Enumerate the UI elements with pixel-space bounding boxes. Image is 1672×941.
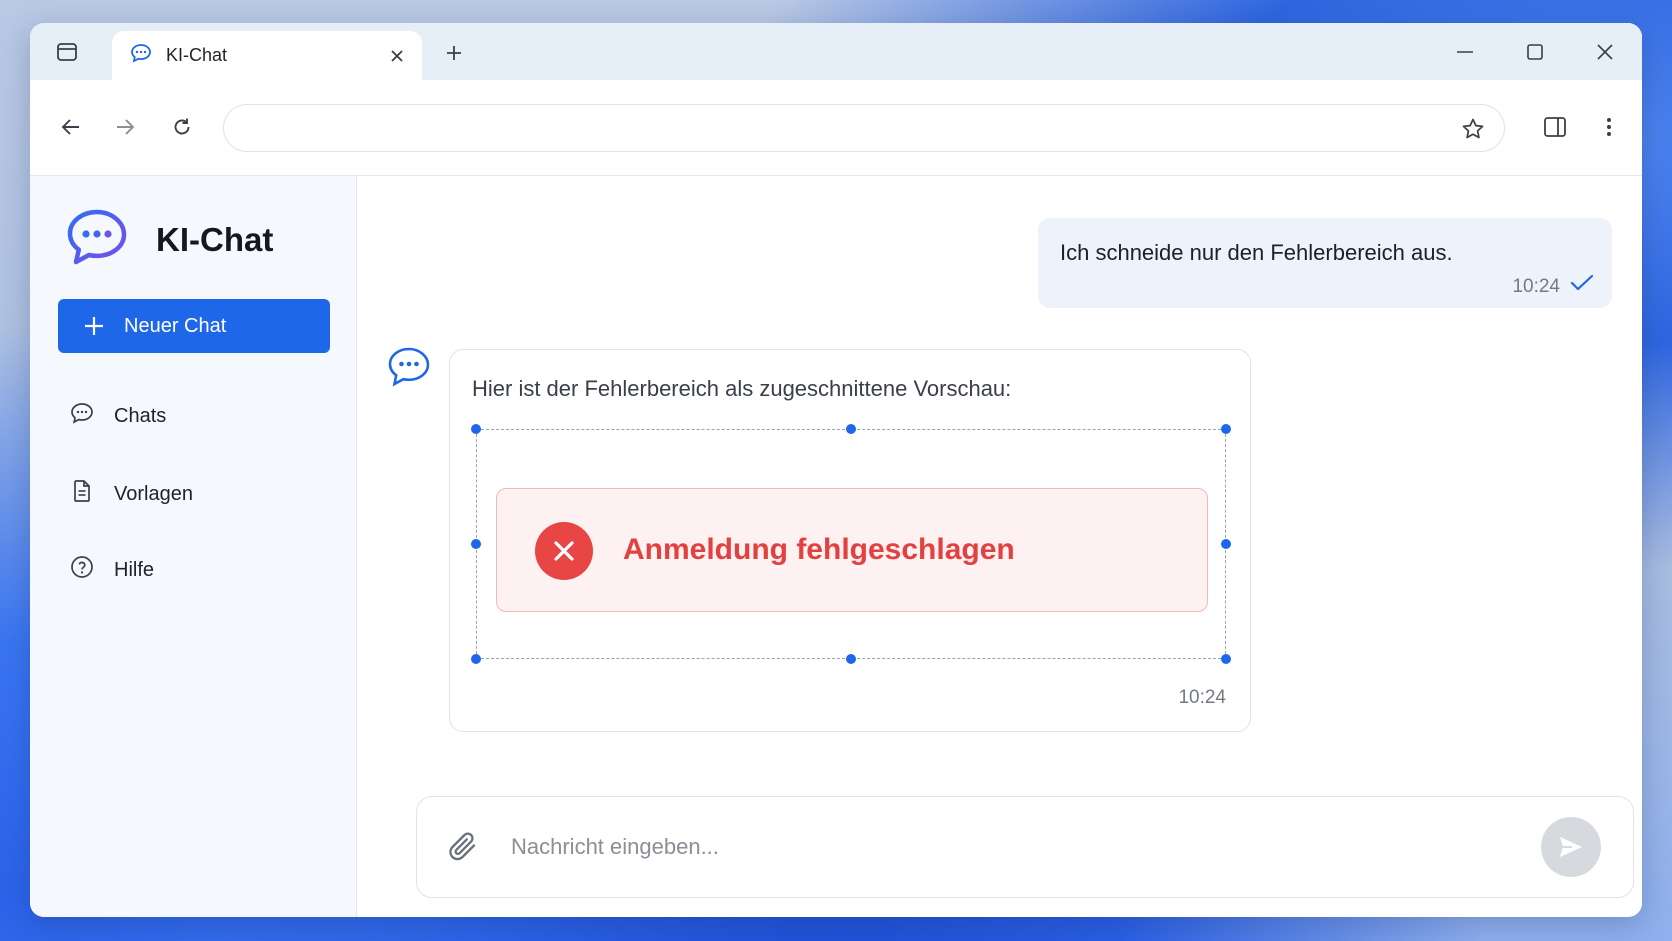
crop-handle-left[interactable] [471, 539, 481, 549]
tab-ki-chat[interactable]: KI-Chat [112, 31, 422, 80]
send-button[interactable] [1541, 817, 1601, 877]
paperclip-icon[interactable] [447, 829, 481, 870]
maximize-icon[interactable] [1520, 37, 1550, 67]
bot-message-text: Hier ist der Fehlerbereich als zugeschni… [472, 376, 1012, 401]
help-icon [70, 555, 94, 585]
document-icon [70, 479, 94, 509]
crop-handle-right[interactable] [1221, 539, 1231, 549]
crop-handle-bottom[interactable] [846, 654, 856, 664]
chat-bubble-icon [70, 402, 94, 430]
title-bar: KI-Chat [30, 23, 1642, 80]
new-chat-button[interactable]: Neuer Chat [58, 299, 330, 353]
new-chat-label: Neuer Chat [124, 314, 227, 337]
browser-toolbar [30, 80, 1642, 176]
crop-handle-top-left[interactable] [471, 424, 481, 434]
plus-icon [85, 317, 103, 335]
user-message: Ich schneide nur den Fehlerbereich aus. … [1038, 218, 1612, 308]
sidebar-item-label: Chats [114, 404, 167, 427]
side-panel-icon[interactable] [1538, 110, 1572, 144]
chat-logo-icon [66, 208, 128, 271]
chat-area: Ich schneide nur den Fehlerbereich aus. … [357, 176, 1642, 917]
error-preview: Anmeldung fehlgeschlagen [496, 488, 1208, 612]
message-input[interactable] [511, 825, 1511, 869]
sidebar-item-vorlagen[interactable]: Vorlagen [70, 479, 193, 509]
chat-favicon-icon [130, 43, 152, 68]
bot-avatar-icon [387, 346, 431, 393]
tab-title: KI-Chat [166, 45, 228, 65]
tab-search-icon[interactable] [52, 37, 82, 67]
error-message: Anmeldung fehlgeschlagen [623, 533, 1015, 566]
new-tab-icon[interactable] [440, 39, 468, 67]
address-bar[interactable] [223, 104, 1505, 152]
minimize-icon[interactable] [1450, 37, 1480, 67]
sidebar-item-label: Vorlagen [114, 482, 193, 505]
crop-handle-bottom-right[interactable] [1221, 654, 1231, 664]
back-arrow-icon[interactable] [54, 110, 88, 144]
bot-message: Hier ist der Fehlerbereich als zugeschni… [449, 349, 1251, 732]
sidebar: KI-Chat Neuer Chat Chats Vorlagen Hilfe [30, 176, 357, 917]
read-check-icon [1570, 274, 1594, 297]
user-message-time: 10:24 [1512, 276, 1560, 297]
message-composer [416, 796, 1634, 898]
bot-message-time: 10:24 [1178, 687, 1226, 708]
crop-handle-top[interactable] [846, 424, 856, 434]
more-menu-icon[interactable] [1592, 110, 1626, 144]
sidebar-item-chats[interactable]: Chats [70, 402, 166, 430]
brand: KI-Chat [66, 208, 273, 271]
sidebar-item-hilfe[interactable]: Hilfe [70, 555, 154, 585]
close-window-icon[interactable] [1590, 37, 1620, 67]
user-message-text: Ich schneide nur den Fehlerbereich aus. [1060, 240, 1453, 265]
reload-icon[interactable] [165, 110, 199, 144]
error-x-icon [535, 522, 593, 580]
forward-arrow-icon[interactable] [108, 110, 142, 144]
bookmark-star-icon[interactable] [1460, 116, 1486, 142]
sidebar-item-label: Hilfe [114, 558, 155, 581]
brand-title: KI-Chat [156, 220, 274, 258]
crop-handle-bottom-left[interactable] [471, 654, 481, 664]
crop-selection[interactable]: Anmeldung fehlgeschlagen [471, 424, 1231, 664]
close-tab-icon[interactable] [386, 45, 408, 67]
send-icon [1560, 837, 1582, 857]
crop-handle-top-right[interactable] [1221, 424, 1231, 434]
browser-window: KI-Chat KI-Chat Neuer Chat Chats Vorlage… [30, 23, 1642, 917]
